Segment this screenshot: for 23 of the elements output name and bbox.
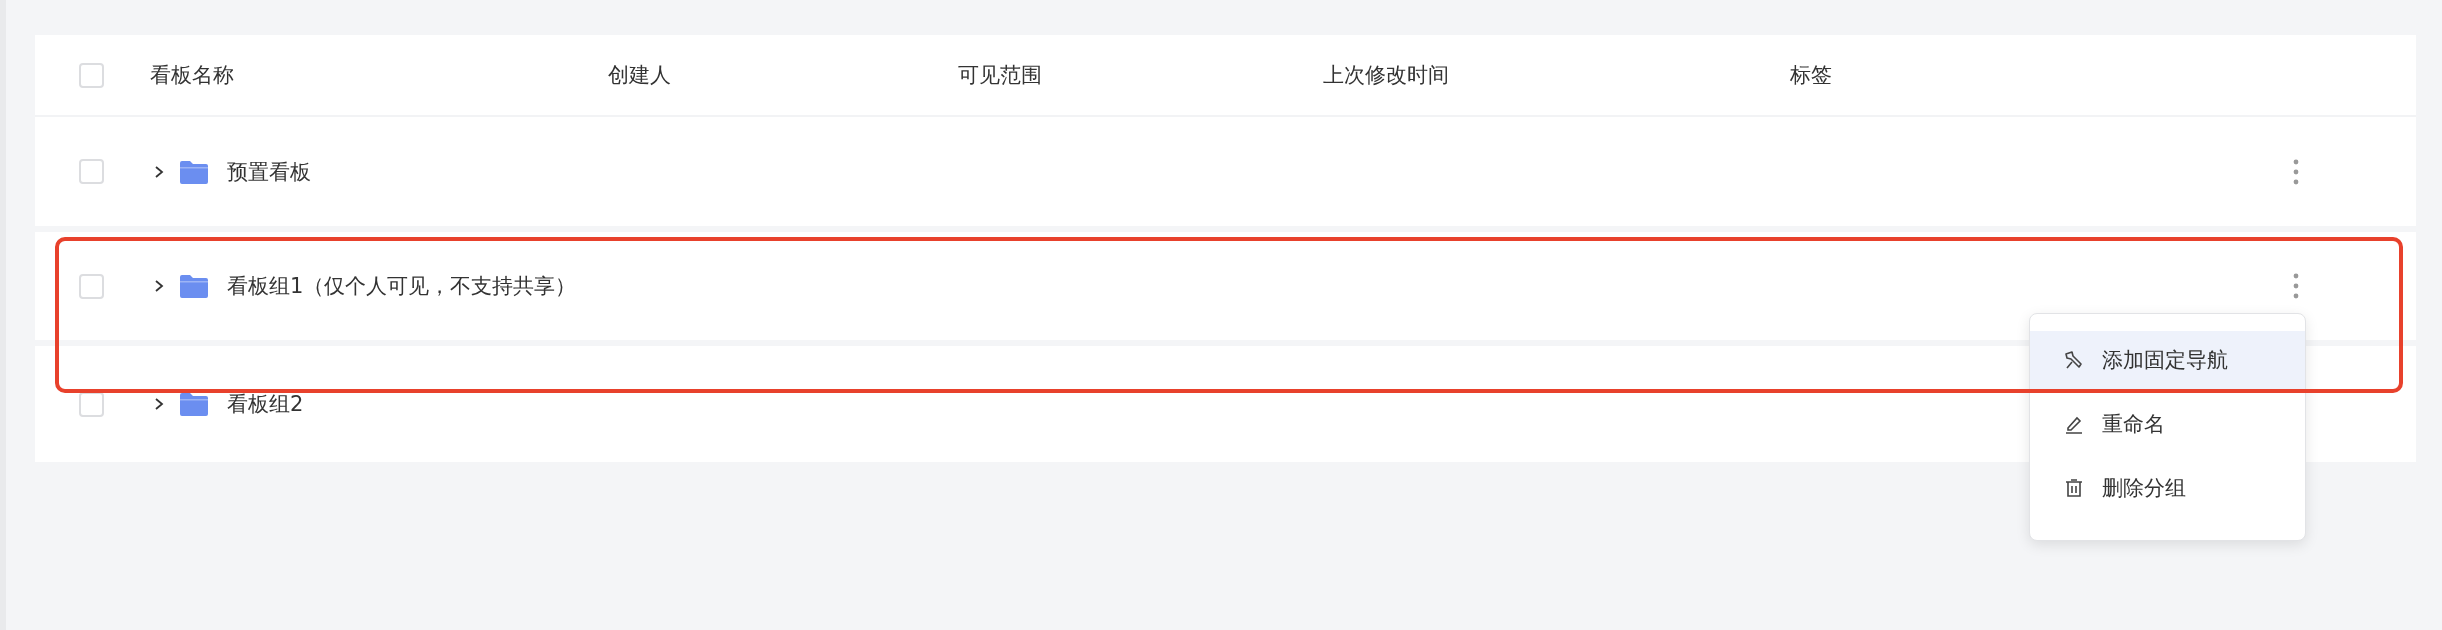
more-icon[interactable] [2293,158,2299,185]
menu-item[interactable]: 重命名 [2030,395,2305,453]
group-name[interactable]: 看板组1（仅个人可见，不支持共享） [227,272,577,300]
row-checkbox[interactable] [79,273,104,299]
row-checkbox[interactable] [79,159,104,184]
group-name[interactable]: 预置看板 [227,157,311,186]
pencil-icon [2064,414,2084,434]
more-icon[interactable] [2293,273,2299,299]
column-header: 创建人 [608,62,671,89]
trash-icon [2064,478,2084,498]
row-checkbox[interactable] [79,391,104,417]
pin-icon [2064,350,2084,370]
menu-item[interactable]: 添加固定导航 [2030,331,2305,389]
column-header: 可见范围 [958,62,1042,89]
folder-icon [180,159,208,184]
select-all-checkbox[interactable] [79,62,104,88]
menu-item[interactable]: 删除分组 [2030,459,2305,517]
column-header: 看板名称 [150,62,234,89]
column-header: 标签 [1790,62,1832,89]
folder-icon [180,392,208,416]
column-header: 上次修改时间 [1323,62,1449,89]
folder-icon [180,274,208,298]
group-name[interactable]: 看板组2 [227,390,304,418]
